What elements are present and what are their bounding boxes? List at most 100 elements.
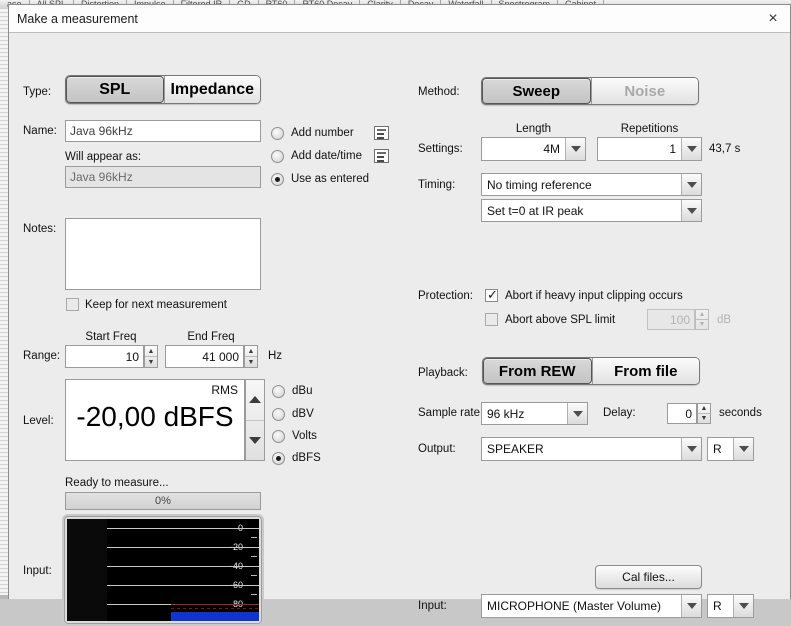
start-freq-spinner[interactable]: ▲▼ — [144, 345, 158, 368]
cal-files-button[interactable]: Cal files... — [595, 565, 702, 589]
range-label: Range: — [23, 350, 60, 362]
name-input[interactable]: Java 96kHz — [65, 120, 261, 142]
radio-add-datetime[interactable] — [271, 150, 284, 163]
spin-up[interactable]: ▲ — [145, 346, 157, 357]
output-device-combo[interactable]: SPEAKER — [481, 437, 702, 461]
radio-dbu[interactable] — [272, 385, 285, 398]
delay-unit-label: seconds — [719, 407, 762, 419]
chevron-down-icon[interactable] — [681, 595, 701, 617]
spin-up[interactable]: ▲ — [698, 404, 710, 414]
radio-use-as-entered[interactable] — [271, 173, 284, 186]
start-freq-input[interactable]: 10 — [65, 345, 144, 368]
abort-clipping-checkbox[interactable]: ✓ — [485, 289, 498, 302]
level-display[interactable]: RMS -20,00 dBFS — [65, 379, 245, 461]
chevron-down-icon[interactable] — [681, 174, 701, 195]
method-toggle-group[interactable]: Sweep Noise — [481, 77, 699, 105]
type-option-spl[interactable]: SPL — [66, 76, 164, 103]
output-channel-value: R — [708, 438, 733, 460]
chevron-down-icon[interactable] — [681, 138, 701, 160]
chevron-down-icon[interactable] — [681, 438, 701, 460]
add-number-list-icon[interactable] — [374, 126, 389, 140]
playback-label: Playback: — [418, 367, 468, 379]
chevron-down-icon[interactable] — [733, 438, 753, 460]
radio-add-number[interactable] — [271, 127, 284, 140]
spin-down[interactable]: ▼ — [245, 357, 257, 367]
radio-volts[interactable] — [272, 430, 285, 443]
length-header: Length — [481, 123, 586, 135]
playback-option-from-rew[interactable]: From REW — [483, 358, 592, 384]
type-toggle-group[interactable]: SPL Impedance — [65, 75, 261, 104]
start-freq-header: Start Freq — [65, 331, 157, 343]
chevron-down-icon[interactable] — [565, 138, 585, 160]
add-number-label: Add number — [291, 127, 354, 139]
level-spin-up[interactable] — [246, 380, 264, 421]
type-option-impedance[interactable]: Impedance — [164, 76, 261, 103]
input-device-value: MICROPHONE (Master Volume) — [482, 595, 681, 617]
chevron-down-icon[interactable] — [567, 403, 587, 424]
progress-bar: 0% — [65, 492, 261, 510]
use-as-entered-label: Use as entered — [291, 173, 369, 185]
method-option-sweep[interactable]: Sweep — [482, 78, 591, 104]
notes-label: Notes: — [23, 223, 56, 235]
playback-option-from-file[interactable]: From file — [592, 358, 700, 384]
repetitions-combo[interactable]: 1 — [597, 137, 702, 161]
level-value: -20,00 dBFS — [66, 401, 244, 433]
output-device-value: SPEAKER — [482, 438, 681, 460]
sweep-duration: 43,7 s — [709, 143, 740, 155]
spl-limit-input[interactable]: 100 — [647, 309, 695, 330]
spin-down[interactable]: ▼ — [145, 357, 157, 367]
status-text: Ready to measure... — [65, 477, 169, 489]
spin-up[interactable]: ▲ — [245, 346, 257, 357]
radio-dbfs[interactable] — [272, 452, 285, 465]
meter-axis — [67, 519, 107, 621]
notes-textarea[interactable] — [65, 218, 261, 290]
end-freq-header: End Freq — [165, 331, 257, 343]
progress-label: 0% — [155, 495, 171, 507]
delay-spinner[interactable]: ▲▼ — [697, 403, 711, 424]
output-label: Output: — [418, 443, 456, 455]
timing-peak-value: Set t=0 at IR peak — [482, 200, 681, 221]
level-spinner[interactable] — [245, 379, 265, 461]
add-datetime-list-icon[interactable] — [374, 149, 389, 163]
abort-spl-checkbox[interactable] — [485, 313, 498, 326]
range-unit-label: Hz — [268, 350, 282, 362]
spin-down[interactable]: ▼ — [698, 414, 710, 423]
input-meter-canvas: 0 -20 -40 -60 -80 -100 — [67, 519, 259, 621]
chevron-down-icon[interactable] — [681, 200, 701, 221]
end-freq-spinner[interactable]: ▲▼ — [244, 345, 258, 368]
method-option-noise[interactable]: Noise — [591, 78, 699, 104]
close-icon[interactable]: × — [762, 8, 784, 30]
timing-peak-combo[interactable]: Set t=0 at IR peak — [481, 199, 702, 222]
dbfs-label: dBFS — [292, 452, 321, 464]
length-value: 4M — [482, 138, 565, 160]
sample-rate-combo[interactable]: 96 kHz — [481, 402, 588, 425]
delay-input[interactable]: 0 — [667, 403, 697, 424]
radio-dbv[interactable] — [272, 408, 285, 421]
level-spin-down[interactable] — [246, 421, 264, 461]
end-freq-input[interactable]: 41 000 — [165, 345, 244, 368]
add-datetime-label: Add date/time — [291, 150, 362, 162]
level-rms-label: RMS — [211, 383, 238, 397]
input-channel-combo[interactable]: R — [707, 594, 754, 618]
dbu-label: dBu — [292, 385, 312, 397]
input-channel-value: R — [708, 595, 733, 617]
playback-toggle-group[interactable]: From REW From file — [482, 357, 700, 385]
length-combo[interactable]: 4M — [481, 137, 586, 161]
spl-limit-spinner[interactable]: ▲▼ — [695, 309, 709, 330]
spin-down[interactable]: ▼ — [696, 320, 708, 329]
meter-peak-dots — [171, 608, 259, 609]
keep-for-next-label: Keep for next measurement — [85, 299, 227, 311]
keep-for-next-checkbox[interactable] — [66, 298, 79, 311]
abort-spl-label: Abort above SPL limit — [505, 314, 615, 326]
abort-clipping-label: Abort if heavy input clipping occurs — [505, 290, 683, 302]
settings-label: Settings: — [418, 143, 463, 155]
chevron-down-icon[interactable] — [733, 595, 753, 617]
method-label: Method: — [418, 86, 460, 98]
radio-dot — [276, 456, 281, 461]
timing-reference-combo[interactable]: No timing reference — [481, 173, 702, 196]
output-channel-combo[interactable]: R — [707, 437, 754, 461]
will-appear-as-label: Will appear as: — [65, 151, 141, 163]
input-device-combo[interactable]: MICROPHONE (Master Volume) — [481, 594, 702, 618]
sample-rate-label: Sample rate: — [418, 407, 483, 419]
spin-up[interactable]: ▲ — [696, 310, 708, 320]
